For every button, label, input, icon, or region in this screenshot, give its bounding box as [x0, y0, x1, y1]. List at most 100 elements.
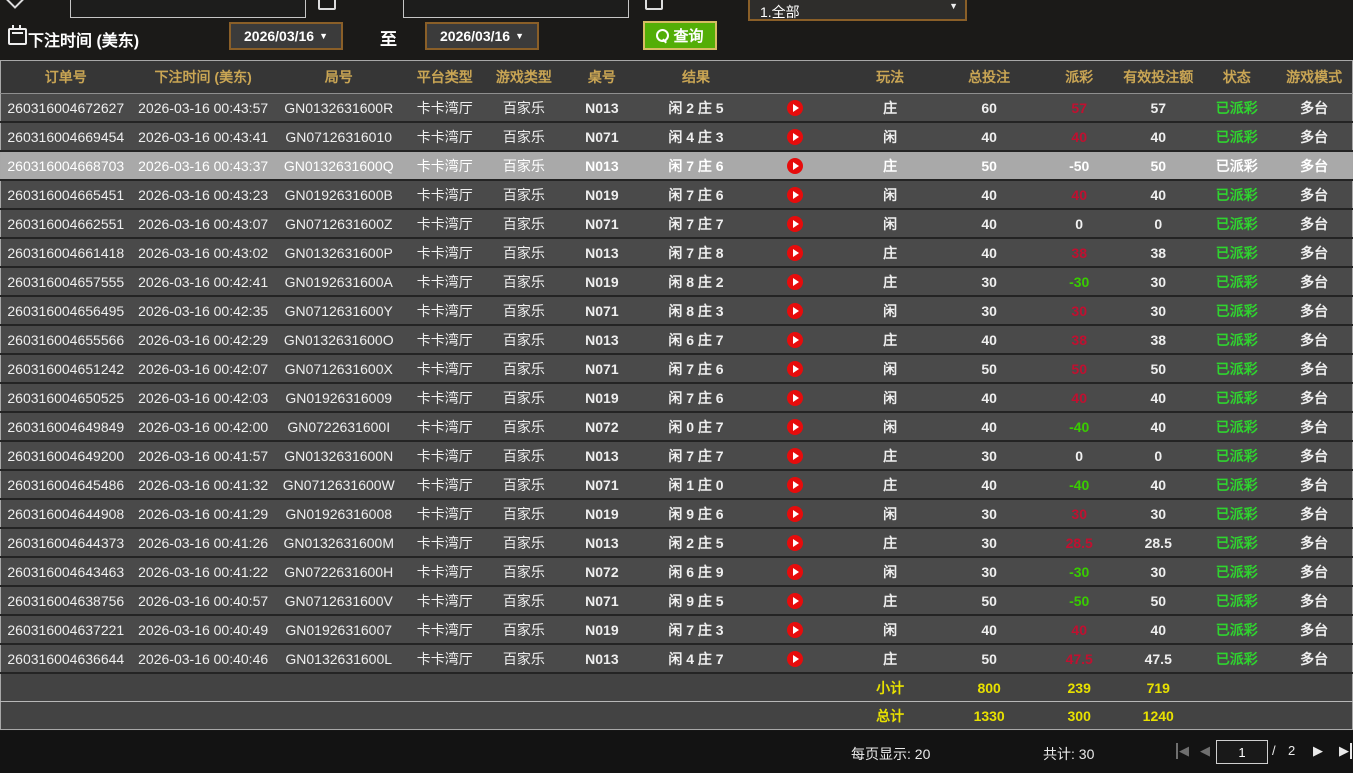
- cell-play-type: 庄: [841, 238, 939, 267]
- cell-valid-bet: 30: [1119, 296, 1197, 325]
- play-video-icon[interactable]: [787, 535, 803, 551]
- play-video-icon[interactable]: [787, 593, 803, 609]
- summary-valid-bet: 1240: [1119, 702, 1197, 730]
- play-video-icon[interactable]: [787, 419, 803, 435]
- play-video-icon[interactable]: [787, 274, 803, 290]
- date-from-picker[interactable]: 2026/03/16 ▼: [229, 22, 343, 50]
- cell-payout: -50: [1039, 586, 1119, 615]
- cell-game-type: 百家乐: [488, 586, 560, 615]
- play-video-icon[interactable]: [787, 129, 803, 145]
- cell-round-number: GN0132631600M: [276, 528, 402, 557]
- table-row[interactable]: 2603160046512422026-03-16 00:42:07GN0712…: [1, 354, 1353, 383]
- cell-platform: 卡卡湾厅: [402, 354, 488, 383]
- per-page-value: 20: [915, 746, 931, 762]
- play-video-icon[interactable]: [787, 622, 803, 638]
- table-row[interactable]: 2603160046454862026-03-16 00:41:32GN0712…: [1, 470, 1353, 499]
- search-icon: [656, 29, 669, 42]
- status-dropdown[interactable]: 1.全部 ▼: [748, 0, 967, 21]
- table-row[interactable]: 2603160046687032026-03-16 00:43:37GN0132…: [1, 151, 1353, 180]
- cell-platform: 卡卡湾厅: [402, 94, 488, 123]
- cell-play: [748, 441, 841, 470]
- cell-round-number: GN01926316007: [276, 615, 402, 644]
- cell-status: 已派彩: [1197, 238, 1276, 267]
- page-input[interactable]: [1216, 740, 1268, 764]
- cell-bet-time: 2026-03-16 00:42:07: [131, 354, 276, 383]
- play-video-icon[interactable]: [787, 332, 803, 348]
- play-video-icon[interactable]: [787, 564, 803, 580]
- cell-total-bet: 40: [939, 180, 1039, 209]
- table-row[interactable]: 2603160046505252026-03-16 00:42:03GN0192…: [1, 383, 1353, 412]
- cell-payout: 38: [1039, 325, 1119, 354]
- cell-order: 260316004645486: [1, 470, 131, 499]
- cell-result: 闲 7 庄 6: [644, 354, 748, 383]
- last-page-icon[interactable]: ▶: [1339, 743, 1352, 759]
- table-row[interactable]: 2603160046492002026-03-16 00:41:57GN0132…: [1, 441, 1353, 470]
- summary-label: 小计: [841, 673, 939, 702]
- filter-input-1[interactable]: [70, 0, 306, 18]
- play-video-icon[interactable]: [787, 245, 803, 261]
- filter-input-2[interactable]: [403, 0, 629, 18]
- play-video-icon[interactable]: [787, 448, 803, 464]
- column-header: 桌号: [560, 61, 644, 94]
- table-row[interactable]: 2603160046654512026-03-16 00:43:23GN0192…: [1, 180, 1353, 209]
- play-video-icon[interactable]: [787, 187, 803, 203]
- cell-payout: 40: [1039, 383, 1119, 412]
- date-to-picker[interactable]: 2026/03/16 ▼: [425, 22, 539, 50]
- table-row[interactable]: 2603160046555662026-03-16 00:42:29GN0132…: [1, 325, 1353, 354]
- play-video-icon[interactable]: [787, 390, 803, 406]
- column-header-play: [748, 61, 841, 94]
- table-row[interactable]: 2603160046449082026-03-16 00:41:29GN0192…: [1, 499, 1353, 528]
- cell-game-mode: 多台: [1276, 180, 1352, 209]
- cell-platform: 卡卡湾厅: [402, 238, 488, 267]
- cell-platform: 卡卡湾厅: [402, 180, 488, 209]
- play-video-icon[interactable]: [787, 361, 803, 377]
- play-video-icon[interactable]: [787, 477, 803, 493]
- cell-play-type: 庄: [841, 267, 939, 296]
- summary-spacer: [1, 702, 842, 730]
- cell-order: 260316004657555: [1, 267, 131, 296]
- cell-bet-time: 2026-03-16 00:41:22: [131, 557, 276, 586]
- table-row[interactable]: 2603160046614182026-03-16 00:43:02GN0132…: [1, 238, 1353, 267]
- first-page-icon[interactable]: ◀: [1176, 743, 1189, 759]
- table-row[interactable]: 2603160046434632026-03-16 00:41:22GN0722…: [1, 557, 1353, 586]
- cell-valid-bet: 50: [1119, 354, 1197, 383]
- table-row[interactable]: 2603160046498492026-03-16 00:42:00GN0722…: [1, 412, 1353, 441]
- cell-result: 闲 8 庄 3: [644, 296, 748, 325]
- play-video-icon[interactable]: [787, 651, 803, 667]
- next-page-icon[interactable]: ▶: [1313, 743, 1323, 759]
- cell-valid-bet: 30: [1119, 267, 1197, 296]
- cell-status: 已派彩: [1197, 557, 1276, 586]
- table-row[interactable]: 2603160046443732026-03-16 00:41:26GN0132…: [1, 528, 1353, 557]
- cell-order: 260316004668703: [1, 151, 131, 180]
- table-row[interactable]: 2603160046575552026-03-16 00:42:41GN0192…: [1, 267, 1353, 296]
- cell-play: [748, 615, 841, 644]
- table-row[interactable]: 2603160046694542026-03-16 00:43:41GN0712…: [1, 122, 1353, 151]
- cell-game-mode: 多台: [1276, 557, 1352, 586]
- query-button[interactable]: 查询: [643, 21, 717, 50]
- play-video-icon[interactable]: [787, 158, 803, 174]
- cell-round-number: GN0192631600A: [276, 267, 402, 296]
- table-row[interactable]: 2603160046387562026-03-16 00:40:57GN0712…: [1, 586, 1353, 615]
- play-video-icon[interactable]: [787, 506, 803, 522]
- table-row[interactable]: 2603160046372212026-03-16 00:40:49GN0192…: [1, 615, 1353, 644]
- grand-total-row: 总计13303001240: [1, 702, 1353, 730]
- cell-status: 已派彩: [1197, 325, 1276, 354]
- table-row[interactable]: 2603160046366442026-03-16 00:40:46GN0132…: [1, 644, 1353, 673]
- play-video-icon[interactable]: [787, 303, 803, 319]
- cell-play: [748, 644, 841, 673]
- previous-page-icon[interactable]: ◀: [1200, 743, 1210, 759]
- table-row[interactable]: 2603160046625512026-03-16 00:43:07GN0712…: [1, 209, 1353, 238]
- cell-payout: 40: [1039, 122, 1119, 151]
- cell-payout: 40: [1039, 615, 1119, 644]
- play-video-icon[interactable]: [787, 216, 803, 232]
- cell-game-mode: 多台: [1276, 499, 1352, 528]
- query-button-label: 查询: [673, 25, 703, 46]
- cell-order: 260316004661418: [1, 238, 131, 267]
- cell-valid-bet: 30: [1119, 499, 1197, 528]
- play-video-icon[interactable]: [787, 100, 803, 116]
- cell-total-bet: 40: [939, 383, 1039, 412]
- cell-status: 已派彩: [1197, 180, 1276, 209]
- table-row[interactable]: 2603160046726272026-03-16 00:43:57GN0132…: [1, 94, 1353, 123]
- table-row[interactable]: 2603160046564952026-03-16 00:42:35GN0712…: [1, 296, 1353, 325]
- cell-result: 闲 9 庄 5: [644, 586, 748, 615]
